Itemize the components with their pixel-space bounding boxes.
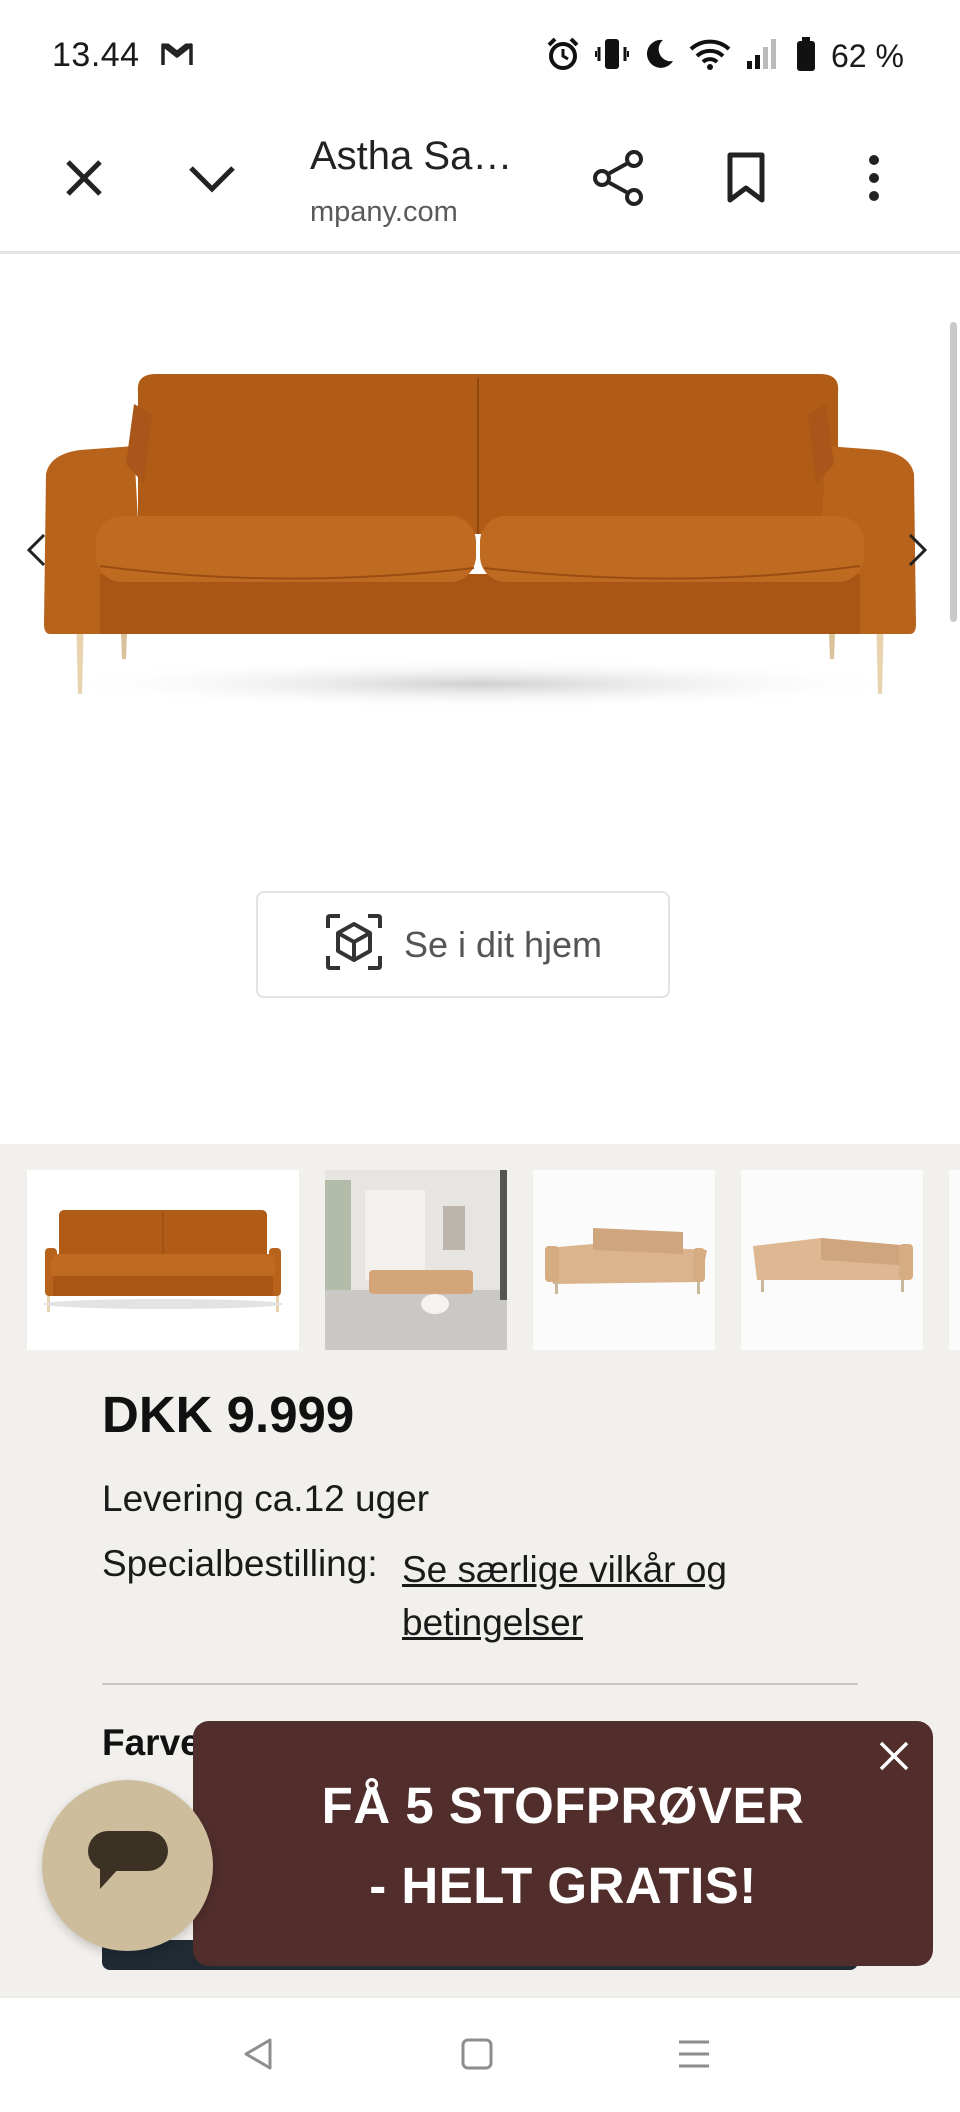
chevron-left-icon [24,533,48,572]
share-button[interactable] [586,148,650,212]
promo-headline: FÅ 5 STOFPRØVER [321,1777,805,1834]
page-scrollbar[interactable] [950,322,957,622]
chevron-right-icon [906,533,930,572]
thumbnail-room-image [325,1170,507,1350]
browser-toolbar: Astha Sa… mpany.com [0,112,960,254]
recents-icon [676,2036,712,2077]
page-url[interactable]: mpany.com [310,196,458,229]
color-section-label: Farve [102,1722,201,1763]
thumbnail-5[interactable] [949,1170,960,1350]
gmail-icon [160,40,194,73]
view-in-home-button[interactable]: Se i dit hjem [256,891,670,998]
signal-icon [745,37,781,76]
system-navigation-bar [0,1996,960,2112]
thumbnail-sofa-back-image [753,1238,913,1292]
page-title[interactable]: Astha Sa… [310,134,512,179]
status-bar: 13.44 62 % [0,0,960,112]
home-button[interactable] [449,2028,505,2084]
product-price: DKK 9.999 [102,1386,355,1443]
do-not-disturb-icon [643,37,675,76]
chevron-down-icon [187,163,237,198]
status-icons: 62 % [545,36,904,76]
battery-icon [795,36,817,77]
thumbnail-sofa-image [43,1210,283,1312]
bookmark-icon [726,152,766,209]
promo-subline: - HELT GRATIS! [369,1857,757,1914]
back-icon [240,2036,276,2077]
terms-link[interactable]: Se særlige vilkår og betingelser [402,1543,782,1649]
thumbnail-sofa-angle-image [545,1228,707,1294]
alarm-icon [545,36,581,77]
fabric-samples-promo[interactable]: FÅ 5 STOFPRØVER - HELT GRATIS! [193,1721,933,1966]
thumbnail-2[interactable] [325,1170,507,1350]
promo-close-button[interactable] [869,1733,919,1783]
wifi-icon [689,37,731,76]
section-divider [102,1683,858,1685]
thumbnail-4[interactable] [741,1170,923,1350]
previous-image-button[interactable] [24,532,48,573]
close-icon [64,158,104,203]
next-image-button[interactable] [906,532,930,573]
battery-percent: 62 % [831,37,904,74]
bookmark-button[interactable] [714,148,778,212]
ar-cube-icon [324,912,384,977]
sofa-image [40,374,920,710]
chat-bubble-icon [86,1827,170,1904]
chat-button[interactable] [42,1780,213,1951]
status-time: 13.44 [52,36,140,74]
view-in-home-label: Se i dit hjem [403,923,603,965]
more-options-button[interactable] [842,148,906,212]
thumbnail-1[interactable] [27,1170,299,1350]
vibrate-icon [595,36,629,77]
recents-button[interactable] [666,2028,722,2084]
product-image-area [0,254,960,1144]
special-order-label: Specialbestilling: [102,1543,378,1584]
home-icon [459,2036,495,2077]
share-icon [592,149,644,211]
more-vert-icon [867,154,881,207]
delivery-time: Levering ca.12 uger [102,1478,430,1519]
thumbnail-3[interactable] [533,1170,715,1350]
close-tab-button[interactable] [52,148,116,212]
close-icon [878,1740,910,1777]
back-button[interactable] [230,2028,286,2084]
minimize-button[interactable] [180,148,244,212]
